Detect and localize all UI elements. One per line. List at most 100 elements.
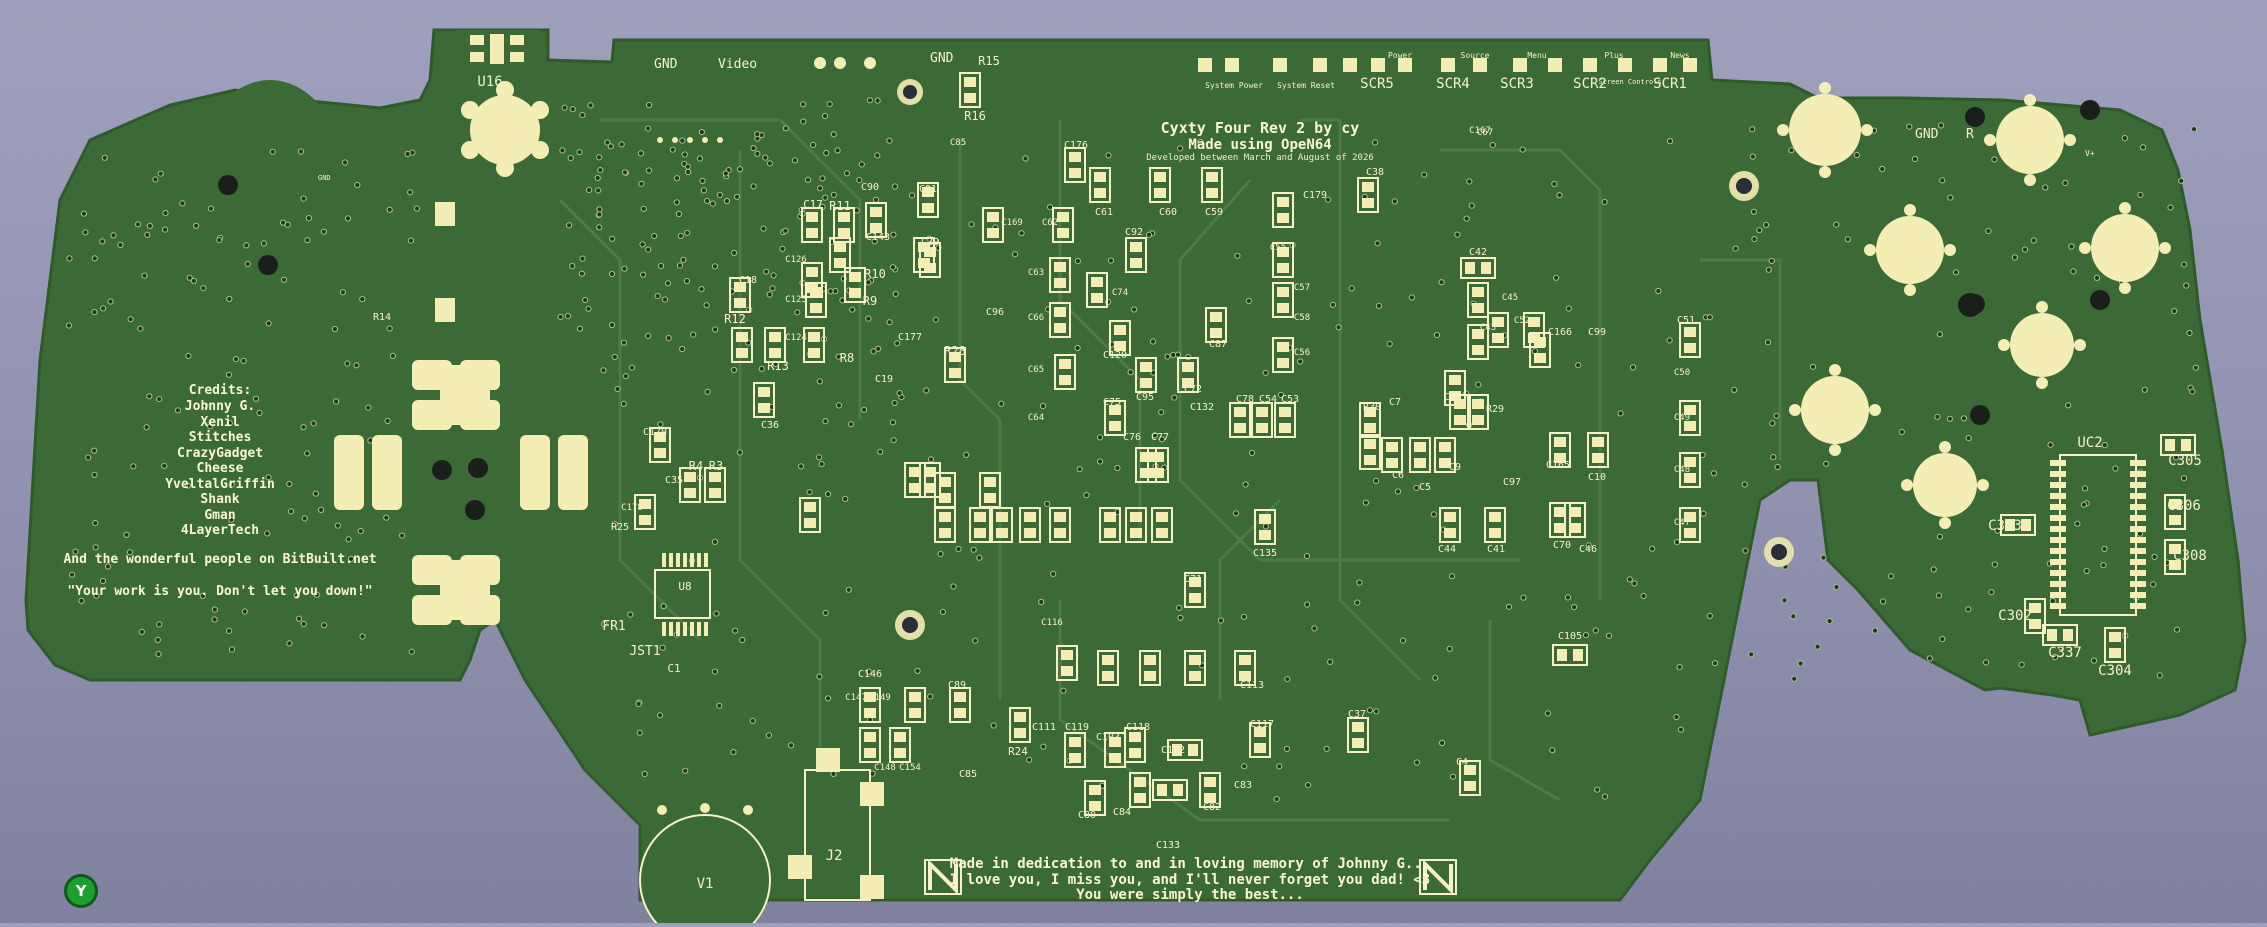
via — [321, 622, 328, 629]
smd-pad — [806, 267, 818, 277]
smd-pad — [804, 518, 816, 528]
smd-pad — [804, 502, 816, 512]
via — [596, 211, 603, 218]
smd-pad — [1277, 197, 1289, 207]
reference-designator: C46 — [1579, 544, 1597, 555]
via — [596, 206, 603, 213]
via — [970, 546, 977, 553]
via — [891, 399, 898, 406]
smd-pad — [2063, 629, 2073, 641]
via — [123, 531, 130, 538]
reference-designator: J2 — [826, 848, 843, 864]
smd-pad — [1130, 258, 1142, 268]
reference-designator: C19 — [875, 374, 893, 385]
via — [976, 554, 983, 561]
via — [1177, 614, 1184, 621]
via — [1273, 796, 1280, 803]
via — [1284, 676, 1291, 683]
via — [91, 255, 98, 262]
reference-designator: C135 — [1253, 548, 1277, 559]
button-pad-leg — [2159, 242, 2171, 254]
reference-designator: C6 — [1392, 470, 1404, 481]
reference-designator: C47 — [1674, 518, 1690, 528]
smd-pad — [1279, 407, 1291, 417]
via — [1553, 274, 1560, 281]
via — [758, 365, 765, 372]
header-pin — [834, 57, 846, 69]
smd-pad — [996, 528, 1008, 538]
smd-pad — [1140, 468, 1152, 478]
button-pad-leg — [1869, 404, 1881, 416]
via — [174, 407, 182, 414]
smd-pad — [996, 512, 1008, 522]
via — [320, 228, 327, 235]
via — [1769, 420, 1776, 427]
ic-pin — [2130, 581, 2146, 587]
smd-pad — [684, 488, 696, 498]
via — [1327, 658, 1334, 666]
via — [827, 288, 834, 295]
via — [1770, 454, 1777, 461]
via — [354, 181, 361, 189]
label-gnd-right: GND — [1915, 127, 1939, 142]
reference-designator: R12 — [724, 312, 746, 326]
via — [608, 270, 616, 278]
ic-pin — [2050, 548, 2066, 554]
via — [1097, 458, 1104, 465]
reference-designator: C60 — [1159, 207, 1177, 218]
pcb-viewer-canvas[interactable]: Cyxty Four Rev 2 by cy Made using OpeN64… — [0, 0, 2267, 927]
via — [2100, 562, 2107, 569]
via — [896, 390, 903, 397]
button-pad-leg — [2036, 377, 2048, 389]
label-v-plus: V+ — [2085, 149, 2095, 158]
reference-designator: JST1 — [629, 644, 660, 659]
via — [2156, 672, 2163, 679]
credit-name: Stitches — [189, 430, 252, 445]
via — [872, 196, 880, 203]
ic-pin — [662, 622, 666, 636]
smd-pad — [834, 242, 846, 252]
button-pad-leg — [1904, 204, 1916, 216]
reference-designator: C116 — [1041, 618, 1063, 628]
ic-pin — [690, 622, 694, 636]
via — [927, 456, 935, 463]
via — [264, 530, 271, 537]
reference-designator: R8 — [840, 351, 854, 365]
ic-pin — [2050, 460, 2066, 466]
via — [731, 249, 738, 256]
via — [1399, 637, 1407, 644]
via — [766, 291, 773, 298]
smd-pad — [1444, 528, 1456, 538]
via — [1826, 618, 1833, 625]
via — [130, 463, 137, 470]
smd-pad — [1454, 415, 1466, 425]
button-pad-leg — [2064, 134, 2076, 146]
reference-designator: C169 — [1001, 218, 1023, 228]
smd-pad — [1386, 442, 1398, 452]
smd-pad — [838, 212, 850, 222]
button-pad-leg — [1939, 517, 1951, 529]
via — [110, 232, 117, 239]
smd-pad — [1091, 293, 1103, 303]
via — [1463, 215, 1470, 222]
smd-pad — [1206, 188, 1218, 198]
smd-pad — [639, 515, 651, 525]
via — [586, 186, 593, 194]
via — [2167, 204, 2174, 211]
smd-pad — [1684, 327, 1696, 337]
via — [2151, 553, 2158, 561]
y-axis-orientation-icon[interactable]: Y — [64, 874, 98, 908]
via — [825, 491, 832, 498]
via — [1549, 747, 1556, 754]
via — [1145, 231, 1153, 238]
smd-pad — [1204, 777, 1216, 787]
via — [200, 285, 207, 292]
via — [2140, 144, 2147, 151]
via — [1386, 340, 1393, 347]
reference-designator: R3 — [709, 459, 723, 473]
via — [281, 276, 288, 283]
reference-designator: C76 — [1123, 432, 1141, 443]
reference-designator: C102 — [1161, 745, 1185, 756]
via — [383, 514, 390, 521]
credits-quote: "Your work is you. Don't let you down!" — [67, 584, 372, 599]
